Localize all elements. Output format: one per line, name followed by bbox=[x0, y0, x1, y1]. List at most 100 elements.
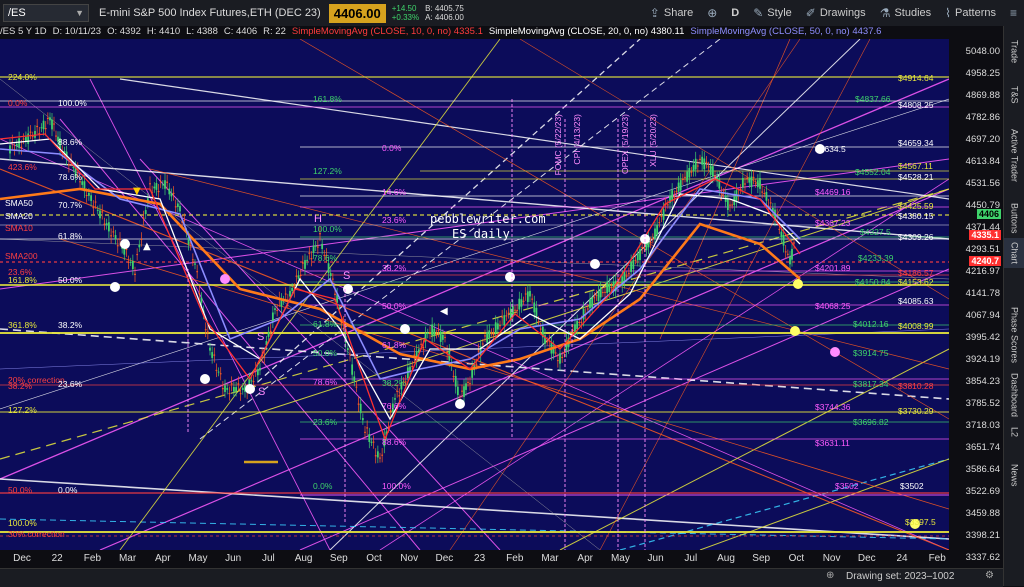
price-chart[interactable]: ▼ ▲ ◀ pebblewriter.comES daily 224.0% 0.0% 10… bbox=[0, 39, 949, 550]
candle-body bbox=[72, 166, 75, 168]
symbol-description: E-mini S&P 500 Index Futures,ETH (DEC 23… bbox=[99, 7, 321, 19]
side-tab-dashboard[interactable]: Dashboard bbox=[1004, 373, 1024, 417]
info-sma20[interactable]: SimpleMovingAvg (CLOSE, 20, 0, no) 4380.… bbox=[489, 26, 685, 39]
candle-body bbox=[138, 244, 141, 248]
price-tick-label: 3459.88 bbox=[965, 508, 1000, 519]
candle-body bbox=[413, 354, 416, 356]
candle-body bbox=[709, 165, 712, 175]
share-button[interactable]: ⇪ Share bbox=[643, 0, 700, 26]
price-tick-label: 4293.51 bbox=[965, 244, 1000, 255]
drawing-set-label[interactable]: Drawing set: 2023–1002 bbox=[846, 571, 954, 582]
sma-price-tag: 4240.7 bbox=[969, 256, 1001, 266]
price-tick-label: 3337.62 bbox=[965, 552, 1000, 563]
candle-body bbox=[304, 260, 306, 269]
price-tick-label: 4613.84 bbox=[965, 156, 1000, 167]
arrow-marker: ▲ bbox=[143, 241, 151, 252]
candle-body bbox=[441, 334, 444, 340]
candle-body bbox=[349, 353, 351, 355]
studies-button[interactable]: ⚗ Studies bbox=[873, 0, 938, 26]
price-axis[interactable]: 4406 4335.1 4240.7 5048.00 4958.25 4869.88… bbox=[949, 26, 1003, 568]
candle-body bbox=[627, 272, 630, 274]
mid-fib-label: 88.6% bbox=[382, 437, 407, 447]
candle-body bbox=[759, 178, 761, 189]
candle-body bbox=[580, 321, 583, 323]
candle-body bbox=[34, 131, 36, 138]
right-level-label: $3502 bbox=[900, 481, 924, 491]
candle-body bbox=[433, 328, 436, 336]
pivot-marker bbox=[790, 326, 800, 336]
time-tick-label: Aug bbox=[717, 553, 735, 564]
period-button[interactable]: D bbox=[724, 0, 746, 26]
side-tab-news[interactable]: News bbox=[1004, 455, 1024, 495]
candle-body bbox=[632, 260, 635, 269]
patterns-button[interactable]: ⌇ Patterns bbox=[938, 0, 1003, 26]
right-level-label: $4068.25 bbox=[815, 301, 851, 311]
candle-body bbox=[492, 334, 495, 336]
candle-body bbox=[518, 298, 521, 310]
candle-body bbox=[516, 309, 519, 311]
candle-body bbox=[701, 156, 704, 165]
candle-body bbox=[209, 347, 211, 351]
candle-body bbox=[718, 178, 721, 189]
price-tick-label: 3785.52 bbox=[965, 398, 1000, 409]
side-tab-buttons[interactable]: Buttons bbox=[1004, 195, 1024, 241]
side-tab-trade[interactable]: Trade bbox=[1004, 36, 1024, 68]
candle-body bbox=[44, 128, 47, 130]
candle-body bbox=[194, 263, 196, 265]
candle-body bbox=[183, 219, 186, 221]
mid-fib-label: 76.6% bbox=[382, 401, 407, 411]
info-sma10[interactable]: SimpleMovingAvg (CLOSE, 10, 0, no) 4335.… bbox=[292, 26, 483, 39]
right-level-label: $4380.15 bbox=[898, 211, 934, 221]
candle-body bbox=[269, 330, 272, 332]
candle-body bbox=[754, 183, 757, 185]
candle-body bbox=[606, 282, 609, 294]
info-close: C: 4406 bbox=[223, 26, 258, 37]
candle-body bbox=[791, 248, 793, 260]
info-sma50[interactable]: SimpleMovingAvg (CLOSE, 50, 0, no) 4437.… bbox=[690, 26, 881, 39]
price-tick-label: 3924.19 bbox=[965, 354, 1000, 365]
pivot-marker bbox=[455, 399, 465, 409]
side-tab-l2[interactable]: L2 bbox=[1004, 420, 1024, 444]
candle-body bbox=[496, 323, 499, 330]
wave-label: S bbox=[258, 386, 265, 398]
menu-button[interactable]: ≡ bbox=[1003, 0, 1024, 26]
right-level-label: $4552.04 bbox=[855, 167, 891, 177]
candle-body bbox=[376, 451, 379, 458]
candle-body bbox=[196, 271, 199, 273]
candle-body bbox=[673, 196, 676, 198]
candle-body bbox=[789, 256, 791, 265]
left-fib-label: 0.0% bbox=[8, 98, 28, 108]
zoom-in-icon[interactable]: ⊕ bbox=[826, 570, 834, 581]
patterns-label: Patterns bbox=[955, 7, 996, 19]
bid-value: B: 4405.75 bbox=[425, 4, 464, 13]
time-tick-label: 24 bbox=[896, 553, 908, 564]
left-fib-label: 161.8% bbox=[8, 275, 37, 285]
candle-body bbox=[259, 367, 261, 371]
crosshair-button[interactable]: ⊕ bbox=[700, 0, 724, 26]
right-level-label: $4085.63 bbox=[898, 296, 934, 306]
side-tab-t-s[interactable]: T&S bbox=[1004, 78, 1024, 112]
style-button[interactable]: ✎ Style bbox=[746, 0, 799, 26]
settings-icon[interactable]: ⚙ bbox=[985, 570, 994, 581]
side-tab-phase-scores[interactable]: Phase Scores bbox=[1004, 300, 1024, 370]
candle-body bbox=[526, 291, 529, 303]
change-value: +14.50 bbox=[391, 4, 417, 13]
candle-body bbox=[206, 331, 209, 333]
time-tick-label: Nov bbox=[400, 553, 419, 564]
candle-body bbox=[490, 332, 493, 334]
info-date: D: 10/11/23 bbox=[52, 26, 102, 37]
candle-body bbox=[426, 332, 429, 335]
time-tick-label: May bbox=[188, 553, 208, 564]
drawings-button[interactable]: ✐ Drawings bbox=[799, 0, 873, 26]
side-tab-active-trader[interactable]: Active Trader bbox=[1004, 125, 1024, 187]
candle-body bbox=[524, 293, 527, 295]
price-tick-label: 4067.94 bbox=[965, 310, 1000, 321]
candle-body bbox=[454, 375, 457, 387]
side-tab-chart[interactable]: Chart bbox=[1004, 238, 1024, 268]
candle-body bbox=[221, 388, 224, 390]
candle-body bbox=[586, 308, 589, 310]
symbol-selector[interactable]: /ES ▼ bbox=[3, 4, 89, 22]
symbol-text: /ES bbox=[8, 7, 26, 19]
right-level-label: $4914.64 bbox=[898, 73, 934, 83]
crosshair-icon: ⊕ bbox=[707, 6, 718, 20]
